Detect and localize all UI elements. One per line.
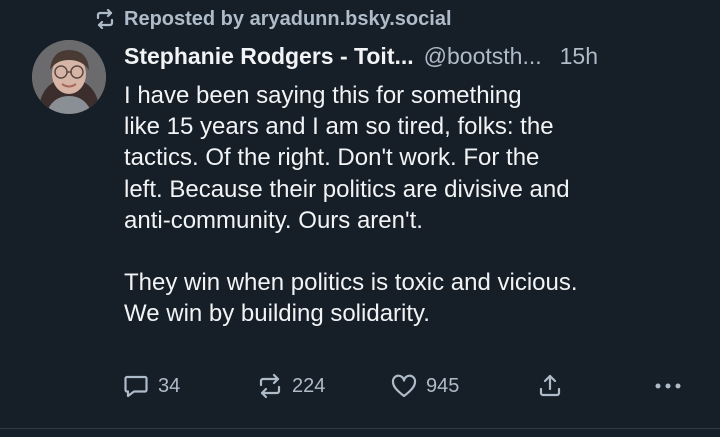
post-text: I have been saying this for something li… (124, 82, 578, 328)
post-actions: 34 224 945 (122, 370, 690, 402)
repost-icon (94, 9, 116, 29)
post-header: Stephanie Rodgers - Toit... @bootsth... … (124, 40, 704, 72)
author-display-name[interactable]: Stephanie Rodgers - Toit... (124, 43, 414, 70)
repost-count: 224 (292, 374, 326, 397)
avatar[interactable] (32, 40, 106, 114)
share-icon (536, 372, 564, 400)
repost-label: Reposted by aryadunn.bsky.social (124, 7, 452, 30)
more-options-button[interactable] (652, 370, 684, 402)
like-count: 945 (426, 374, 460, 397)
feed-post[interactable]: Reposted by aryadunn.bsky.social Stephan… (0, 0, 720, 437)
share-button[interactable] (536, 370, 564, 402)
heart-icon (390, 372, 418, 400)
like-button[interactable]: 945 (390, 370, 459, 402)
repost-button[interactable]: 224 (256, 370, 325, 402)
post-divider (0, 428, 720, 429)
more-options-icon (652, 372, 684, 400)
reply-count: 34 (158, 374, 181, 397)
reply-button[interactable]: 34 (122, 370, 180, 402)
author-handle[interactable]: @bootsth... (424, 43, 542, 70)
post-timestamp[interactable]: 15h (560, 43, 598, 70)
reply-icon (122, 372, 150, 400)
repost-icon (256, 372, 284, 400)
repost-indicator[interactable]: Reposted by aryadunn.bsky.social (94, 6, 452, 32)
